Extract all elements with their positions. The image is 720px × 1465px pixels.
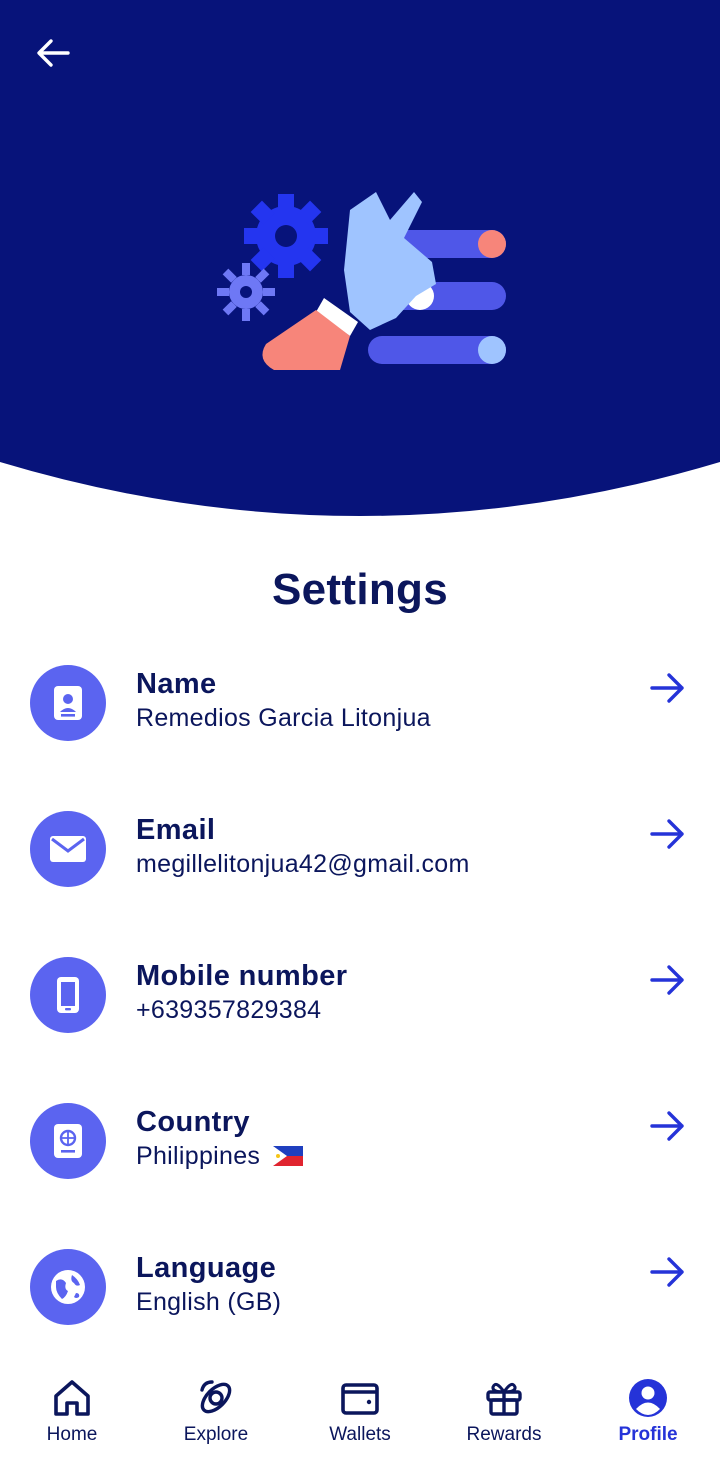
globe-icon bbox=[30, 1249, 106, 1325]
settings-row-value: Philippines bbox=[136, 1142, 304, 1171]
arrow-right-icon bbox=[650, 965, 684, 995]
explore-icon bbox=[200, 1380, 232, 1414]
nav-item-rewards[interactable]: Rewards bbox=[432, 1362, 576, 1465]
arrow-right-icon bbox=[650, 819, 684, 849]
gift-icon bbox=[486, 1382, 522, 1416]
bottom-navigation: Home Explore Wallets Rewards Profile bbox=[0, 1362, 720, 1465]
settings-row-value: Remedios Garcia Litonjua bbox=[136, 704, 431, 732]
country-name: Philippines bbox=[136, 1142, 261, 1170]
settings-row-label: Name bbox=[136, 668, 217, 700]
arrow-left-icon bbox=[37, 39, 70, 67]
profile-icon bbox=[629, 1379, 667, 1417]
passport-icon bbox=[30, 1103, 106, 1179]
settings-row-label: Mobile number bbox=[136, 960, 348, 992]
settings-row-value: megillelitonjua42@gmail.com bbox=[136, 850, 470, 878]
header-hero bbox=[0, 0, 720, 520]
page-title: Settings bbox=[272, 565, 448, 614]
nav-item-explore[interactable]: Explore bbox=[144, 1362, 288, 1465]
home-icon bbox=[54, 1380, 90, 1416]
arrow-right-icon bbox=[650, 1111, 684, 1141]
phone-icon bbox=[30, 957, 106, 1033]
nav-item-profile[interactable]: Profile bbox=[576, 1362, 720, 1465]
nav-item-wallets[interactable]: Wallets bbox=[288, 1362, 432, 1465]
envelope-icon bbox=[30, 811, 106, 887]
settings-row-country[interactable]: Country Philippines bbox=[0, 1078, 720, 1198]
settings-row-label: Language bbox=[136, 1252, 277, 1284]
back-button[interactable] bbox=[28, 30, 78, 76]
nav-label: Rewards bbox=[466, 1424, 542, 1445]
settings-row-label: Email bbox=[136, 814, 216, 846]
settings-row-mobile-number[interactable]: Mobile number +639357829384 bbox=[0, 932, 720, 1052]
settings-row-value: English (GB) bbox=[136, 1288, 282, 1316]
nav-label: Profile bbox=[618, 1424, 678, 1445]
settings-row-value: +639357829384 bbox=[136, 996, 322, 1024]
nav-item-home[interactable]: Home bbox=[0, 1362, 144, 1465]
arrow-right-icon bbox=[650, 1257, 684, 1287]
settings-row-label: Country bbox=[136, 1106, 250, 1138]
id-badge-icon bbox=[30, 665, 106, 741]
nav-label: Home bbox=[46, 1424, 98, 1445]
wallet-icon bbox=[341, 1383, 379, 1415]
nav-label: Explore bbox=[183, 1424, 249, 1445]
settings-row-language[interactable]: Language English (GB) bbox=[0, 1224, 720, 1344]
hand-settings-illustration bbox=[217, 192, 506, 370]
settings-row-name[interactable]: Name Remedios Garcia Litonjua bbox=[0, 640, 720, 760]
settings-row-email[interactable]: Email megillelitonjua42@gmail.com bbox=[0, 786, 720, 906]
philippines-flag-icon bbox=[273, 1146, 304, 1166]
nav-label: Wallets bbox=[329, 1424, 391, 1445]
arrow-right-icon bbox=[650, 673, 684, 703]
